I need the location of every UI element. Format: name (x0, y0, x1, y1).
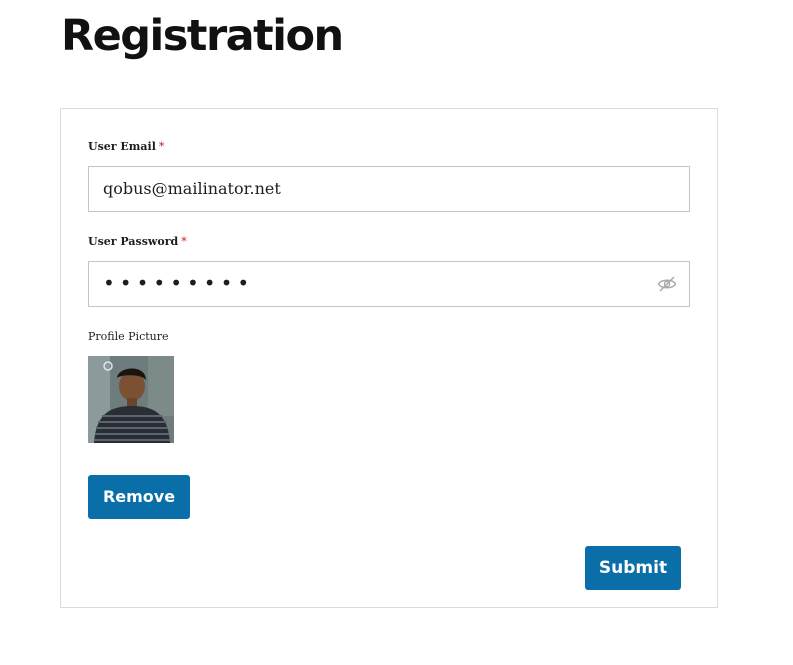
profile-picture (88, 356, 174, 443)
password-label: User Password * (88, 235, 187, 249)
email-label-text: User Email (88, 140, 156, 153)
submit-button[interactable]: Submit (585, 546, 681, 590)
password-field-value: ••••••••• (103, 271, 255, 295)
email-required-mark: * (158, 140, 165, 153)
profile-picture-label: Profile Picture (88, 330, 169, 343)
page-title: Registration (61, 11, 344, 61)
email-field-value: qobus@mailinator.net (103, 179, 281, 198)
remove-button[interactable]: Remove (88, 475, 190, 519)
email-field[interactable]: qobus@mailinator.net (88, 166, 690, 212)
password-field[interactable]: ••••••••• (88, 261, 690, 307)
registration-form: User Email * qobus@mailinator.net User Pa… (60, 108, 718, 608)
password-required-mark: * (181, 235, 187, 248)
password-label-text: User Password (88, 235, 179, 248)
eye-slash-icon[interactable] (657, 275, 677, 293)
email-label: User Email * (88, 140, 164, 154)
